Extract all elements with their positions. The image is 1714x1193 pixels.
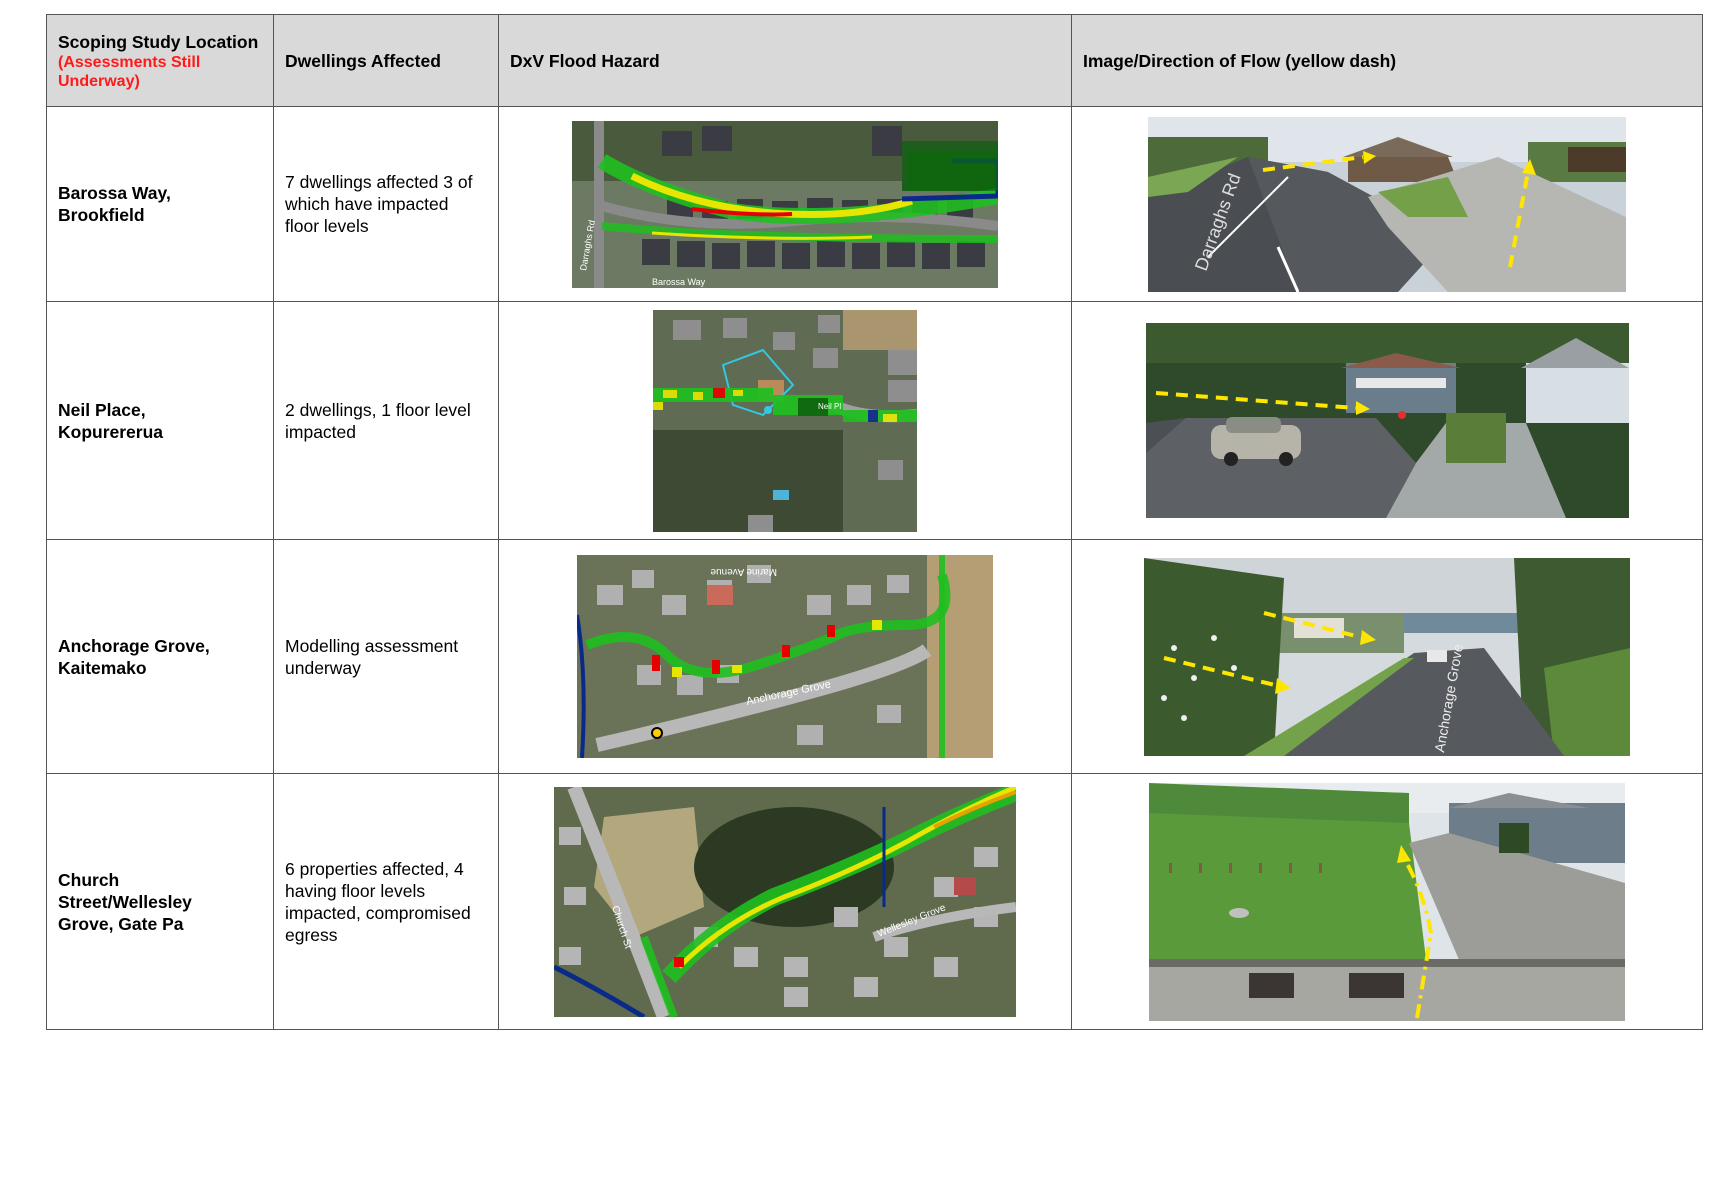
table-row: Church Street/Wellesley Grove, Gate Pa 6…	[46, 773, 1703, 1030]
flow-direction-photo: Anchorage Grove	[1144, 557, 1630, 756]
location-line: Street/Wellesley	[58, 891, 192, 912]
location-cell: Anchorage Grove, Kaitemako	[46, 539, 274, 774]
location-line: Anchorage Grove,	[58, 635, 210, 656]
table-row: Anchorage Grove, Kaitemako Modelling ass…	[46, 539, 1703, 774]
dwellings-text: Modelling assessment underway	[285, 635, 459, 678]
hazard-map-cell: Neil Pl	[498, 301, 1072, 540]
location-cell: Neil Place, Kopurererua	[46, 301, 274, 540]
location-line: Barossa Way,	[58, 183, 171, 203]
map-street-label: Barossa Way	[652, 277, 706, 287]
location-line: Kaitemako	[58, 657, 147, 678]
flow-photo-cell: Anchorage Grove	[1071, 539, 1703, 774]
flow-photo-cell	[1071, 301, 1703, 540]
header-dwellings: Dwellings Affected	[273, 14, 499, 107]
header-location: Scoping Study Location (Assessments Stil…	[46, 14, 274, 107]
header-hazard: DxV Flood Hazard	[498, 14, 1072, 107]
header-row: Scoping Study Location (Assessments Stil…	[46, 14, 1703, 107]
location-line: Church	[58, 869, 120, 890]
map-street-label: Marine Avenue	[710, 566, 777, 577]
location-line: Grove, Gate Pa	[58, 913, 184, 934]
hazard-map-cell: Darraghs Rd Barossa Way	[498, 106, 1072, 302]
dwellings-cell: 2 dwellings, 1 floor level impacted	[273, 301, 499, 540]
dwellings-cell: 6 properties affected, 4 having floor le…	[273, 773, 499, 1030]
dwellings-text: 7 dwellings affected 3 of which have imp…	[285, 172, 473, 236]
flow-direction-photo	[1149, 782, 1625, 1021]
flow-direction-photo	[1145, 323, 1629, 518]
parked-car	[1427, 649, 1447, 662]
dwellings-cell: Modelling assessment underway	[273, 539, 499, 774]
table-row: Barossa Way, Brookfield 7 dwellings affe…	[46, 106, 1703, 302]
dwellings-text: 2 dwellings, 1 floor level impacted	[285, 399, 471, 442]
hazard-map-cell: Church St Wellesley Grove	[498, 773, 1072, 1030]
hazard-map-cell: Anchorage Grove Marine Avenue	[498, 539, 1072, 774]
location-line: Kopurererua	[58, 421, 164, 442]
location-cell: Church Street/Wellesley Grove, Gate Pa	[46, 773, 274, 1030]
flow-photo-cell	[1071, 773, 1703, 1030]
header-location-title: Scoping Study Location	[58, 31, 259, 52]
scoping-study-table: Scoping Study Location (Assessments Stil…	[46, 14, 1703, 1030]
flow-photo-cell: Darraghs Rd	[1071, 106, 1703, 302]
location-line: Brookfield	[58, 205, 145, 225]
dwellings-text: 6 properties affected, 4 having floor le…	[285, 858, 471, 945]
dwellings-cell: 7 dwellings affected 3 of which have imp…	[273, 106, 499, 302]
location-line: Neil Place,	[58, 399, 146, 420]
map-street-label: Neil Pl	[818, 402, 841, 411]
flood-hazard-map: Neil Pl	[653, 309, 917, 532]
header-flow: Image/Direction of Flow (yellow dash)	[1071, 14, 1703, 107]
flow-direction-photo: Darraghs Rd	[1148, 116, 1626, 292]
table-row: Neil Place, Kopurererua 2 dwellings, 1 f…	[46, 301, 1703, 540]
flood-hazard-map: Darraghs Rd Barossa Way	[572, 120, 998, 288]
location-cell: Barossa Way, Brookfield	[46, 106, 274, 302]
flood-hazard-map: Church St Wellesley Grove	[554, 786, 1016, 1017]
flood-hazard-map: Anchorage Grove Marine Avenue	[577, 555, 993, 758]
header-location-note: (Assessments Still Underway)	[58, 53, 201, 90]
